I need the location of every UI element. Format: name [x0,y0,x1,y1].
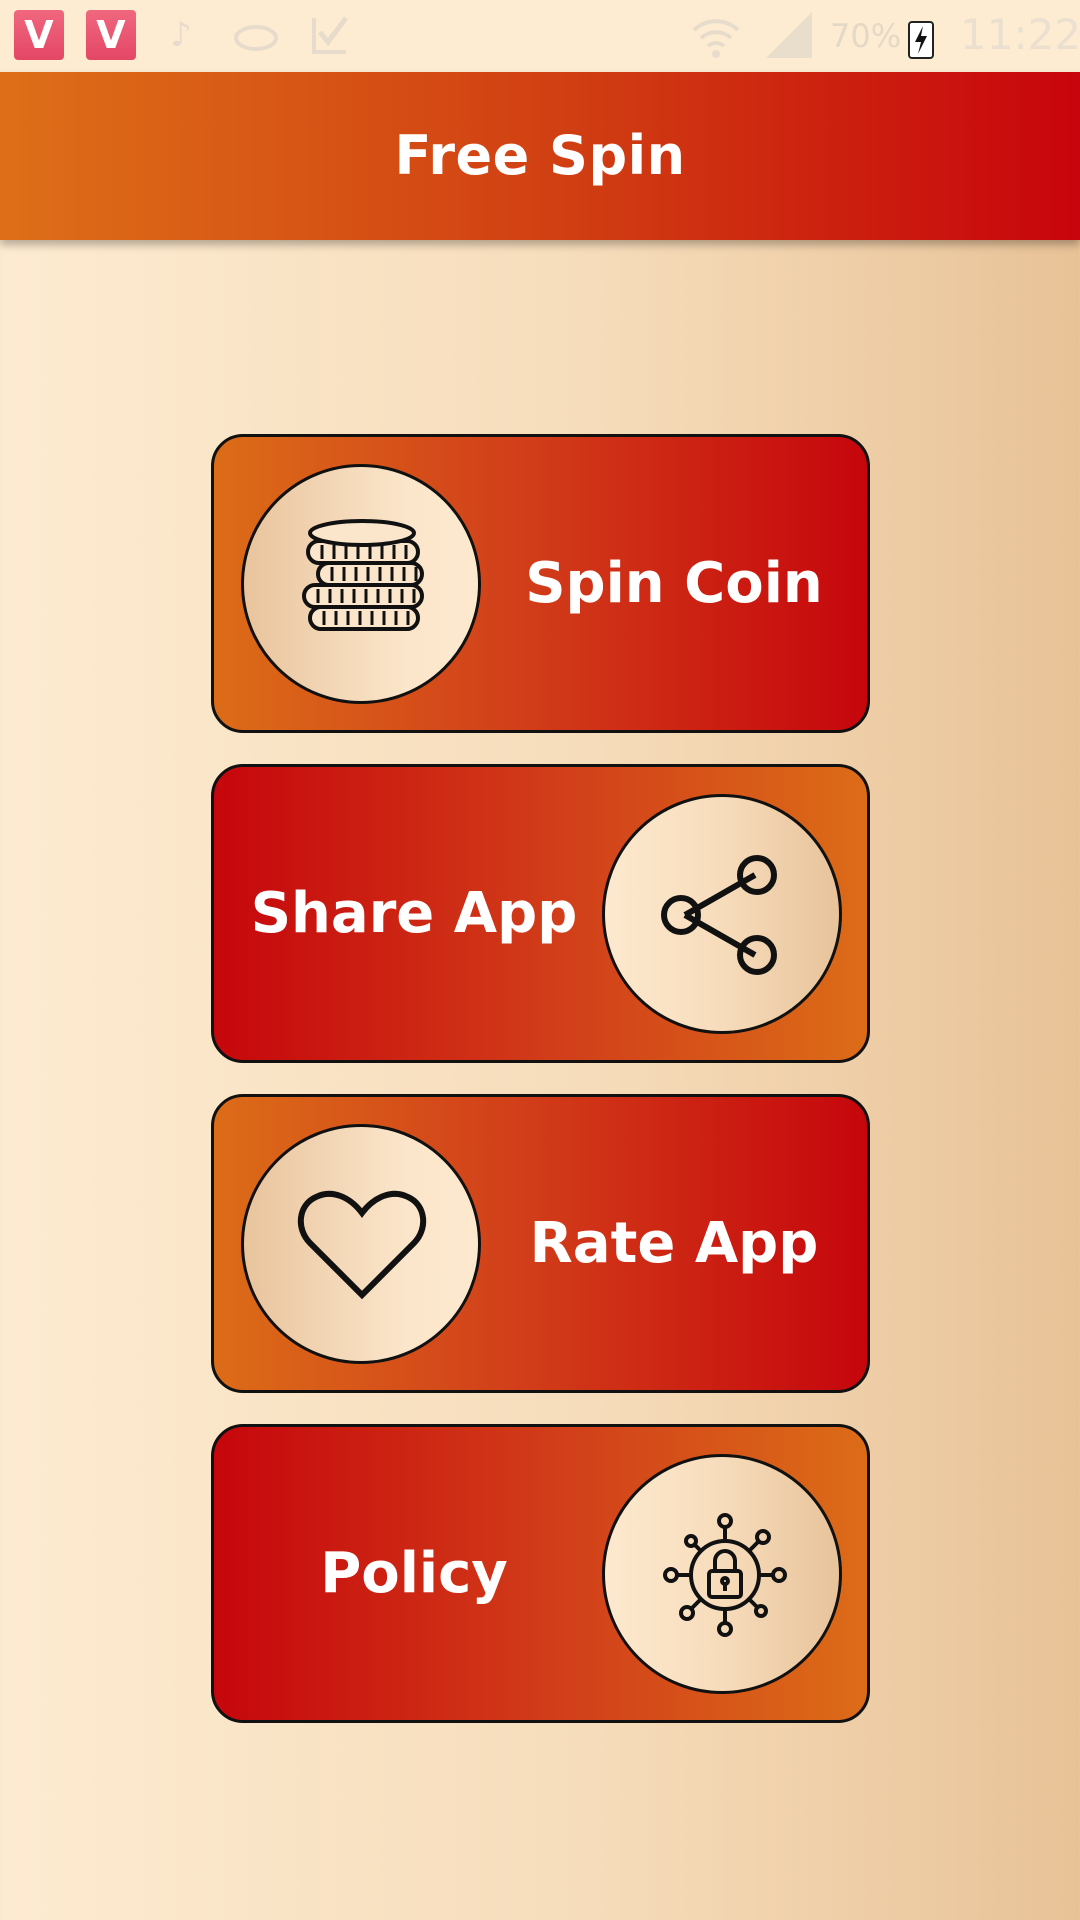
check-icon [312,16,348,54]
page-title: Free Spin [394,124,686,187]
app-bar: Free Spin [0,72,1080,240]
battery-percentage: 70% [830,17,902,55]
rate-app-button[interactable]: Rate App [211,1094,870,1393]
policy-button[interactable]: Policy [211,1424,870,1723]
share-app-button[interactable]: Share App [211,764,870,1063]
spin-coin-label: Spin Coin [525,551,823,616]
spin-coin-button[interactable]: Spin Coin [211,434,870,733]
cell-signal-icon [766,12,812,58]
vidmate-icon: V [86,10,136,60]
battery-charging-icon [908,21,934,59]
tiktok-icon: ♪ [170,15,192,55]
privacy-lock-icon [663,1513,787,1637]
privacy-lock-icon-circle [602,1454,842,1694]
coins-icon-circle [241,464,481,704]
wifi-icon [692,19,740,58]
policy-label: Policy [320,1541,508,1606]
coins-icon [302,519,424,631]
share-app-label: Share App [250,881,578,946]
share-icon-circle [602,794,842,1034]
rate-app-label: Rate App [529,1211,819,1276]
clock: 11:22 [960,10,1080,59]
vidmate-icon: V [14,10,64,60]
status-bar: V V ♪ 70% 11:22 [0,0,1080,72]
sync-icon [234,25,278,51]
heart-icon-circle [241,1124,481,1364]
heart-icon [298,1190,426,1300]
share-icon [661,855,777,975]
